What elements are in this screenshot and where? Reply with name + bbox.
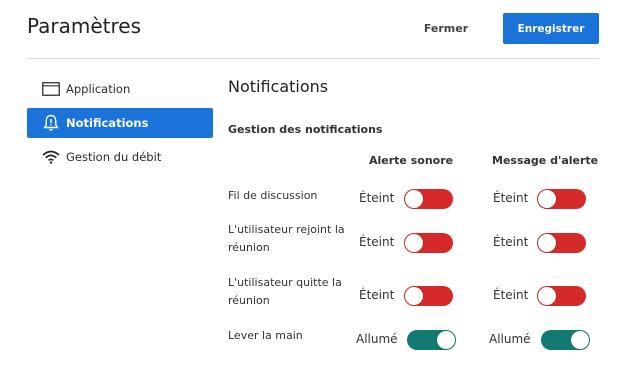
subsection-title: Gestion des notifications	[228, 123, 383, 136]
toggle-knob	[538, 287, 556, 305]
toggle-knob	[405, 287, 423, 305]
chat-sound-toggle[interactable]	[404, 189, 453, 209]
header: Paramètres Fermer Enregistrer	[0, 0, 623, 60]
toggle-knob	[405, 234, 423, 252]
sidebar-item-notifications[interactable]: Notifications	[27, 108, 213, 138]
column-header-sound-alert: Alerte sonore	[369, 154, 454, 167]
message-state-text: Éteint	[493, 191, 529, 205]
window-icon	[41, 80, 61, 98]
sound-state-text: Éteint	[359, 191, 395, 205]
message-state-text: Éteint	[493, 235, 529, 249]
bell-alert-icon	[41, 114, 61, 132]
wifi-icon	[41, 148, 61, 166]
raise-hand-message-toggle[interactable]	[541, 330, 590, 350]
sidebar: Application Notifications Gestion du déb…	[27, 74, 213, 176]
header-divider	[27, 58, 599, 59]
page-title: Paramètres	[27, 14, 142, 38]
sound-state-text: Allumé	[356, 332, 398, 346]
row-label-user-leaves: L'utilisateur quitte la réunion	[228, 276, 342, 307]
toggle-knob	[571, 331, 589, 349]
sidebar-item-label: Notifications	[66, 116, 149, 130]
chat-message-toggle[interactable]	[537, 189, 586, 209]
user-joins-sound-toggle[interactable]	[404, 233, 453, 253]
row-label-raise-hand: Lever la main	[228, 329, 303, 342]
user-leaves-message-toggle[interactable]	[537, 286, 586, 306]
sidebar-item-bandwidth[interactable]: Gestion du débit	[27, 142, 213, 172]
sidebar-item-label: Application	[66, 82, 131, 96]
sidebar-item-label: Gestion du débit	[66, 150, 162, 164]
column-header-message-alert: Message d'alerte	[492, 154, 599, 167]
toggle-knob	[538, 190, 556, 208]
toggle-knob	[405, 190, 423, 208]
user-leaves-sound-toggle[interactable]	[404, 286, 453, 306]
sound-state-text: Éteint	[359, 288, 395, 302]
message-state-text: Allumé	[489, 332, 531, 346]
toggle-knob	[538, 234, 556, 252]
row-label-user-joins: L'utilisateur rejoint la réunion	[228, 223, 345, 254]
raise-hand-sound-toggle[interactable]	[407, 330, 456, 350]
sound-state-text: Éteint	[359, 235, 395, 249]
section-heading: Notifications	[228, 77, 329, 96]
sidebar-item-application[interactable]: Application	[27, 74, 213, 104]
user-joins-message-toggle[interactable]	[537, 233, 586, 253]
message-state-text: Éteint	[493, 288, 529, 302]
toggle-knob	[437, 331, 455, 349]
save-button[interactable]: Enregistrer	[503, 13, 599, 44]
row-label-chat: Fil de discussion	[228, 189, 318, 202]
close-button[interactable]: Fermer	[416, 14, 476, 42]
